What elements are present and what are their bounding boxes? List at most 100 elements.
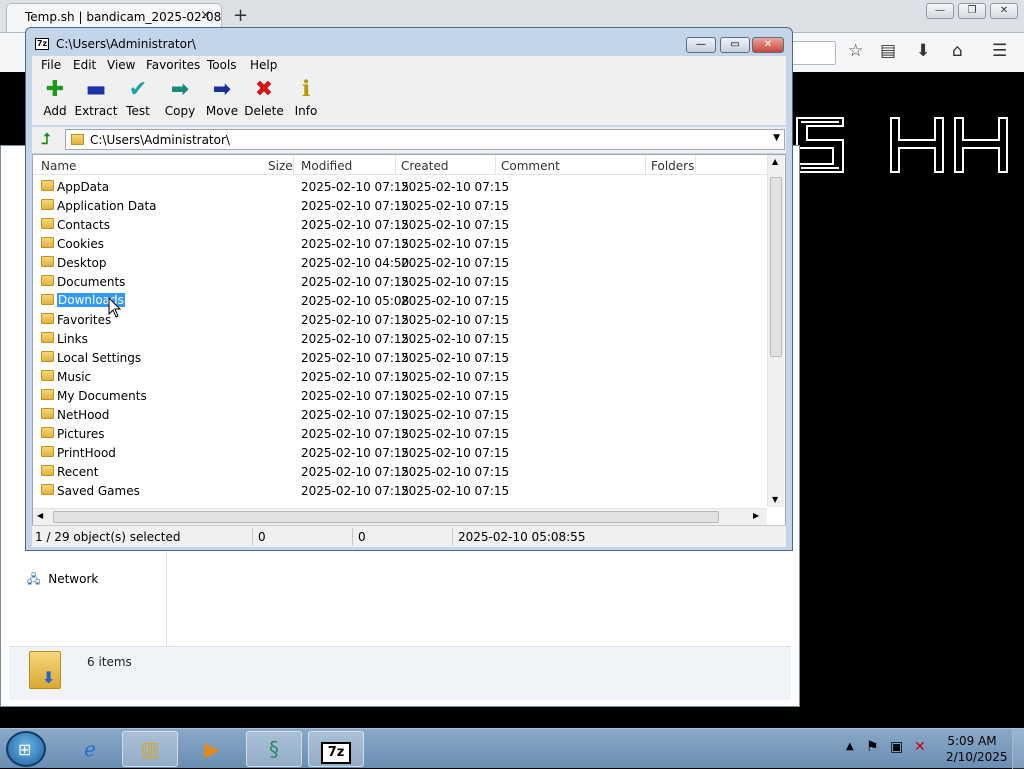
info-button[interactable]: ℹ Info	[283, 76, 329, 118]
scroll-right-icon[interactable]: ▶	[753, 511, 759, 520]
7zip-taskbar-label: 7z	[321, 742, 351, 764]
add-button[interactable]: ✚ Add	[32, 76, 78, 118]
column-divider[interactable]	[293, 155, 294, 175]
row-name: Contacts	[57, 218, 110, 232]
column-header-size[interactable]: Size	[268, 159, 293, 173]
close-button[interactable]: ✕	[752, 37, 784, 53]
tray-volume-muted-icon[interactable]: ✕	[914, 739, 926, 755]
bookmark-star-icon[interactable]: ☆	[848, 41, 863, 61]
column-divider[interactable]	[645, 155, 646, 175]
table-row[interactable]: NetHood 2025-02-10 07:15 2025-02-10 07:15	[33, 405, 767, 424]
browser-minimize-button[interactable]: —	[926, 3, 954, 19]
folder-icon	[41, 389, 54, 400]
table-row[interactable]: Saved Games 2025-02-10 07:15 2025-02-10 07…	[33, 481, 767, 500]
menu-edit[interactable]: Edit	[73, 58, 96, 72]
delete-button[interactable]: ✖ Delete	[241, 76, 287, 118]
taskbar-7zip-icon[interactable]: 7z	[308, 731, 364, 767]
copy-label: Copy	[164, 104, 196, 118]
menu-favorites[interactable]: Favorites	[146, 58, 200, 72]
table-row[interactable]: Favorites 2025-02-10 07:15 2025-02-10 07:1…	[33, 310, 767, 329]
table-row[interactable]: Documents 2025-02-10 07:15 2025-02-10 07:1…	[33, 272, 767, 291]
test-button[interactable]: ✔ Test	[115, 76, 161, 118]
taskbar-bandicam-icon[interactable]: §	[246, 731, 302, 767]
table-row[interactable]: Contacts 2025-02-10 07:15 2025-02-10 07:15	[33, 215, 767, 234]
table-row[interactable]: Local Settings 2025-02-10 07:15 2025-02-10…	[33, 348, 767, 367]
browser-maximize-button[interactable]: ❐	[958, 3, 986, 19]
tray-clock[interactable]: 5:09 AM 2/10/2025	[946, 733, 1008, 765]
row-created: 2025-02-10 07:15	[401, 180, 510, 194]
horizontal-scroll-thumb[interactable]	[53, 511, 719, 523]
menu-hamburger-icon[interactable]: ☰	[992, 41, 1007, 61]
toolbar: ✚ Add ▬ Extract ✔ Test ➡ Copy ➡ Move ✖ D…	[32, 76, 786, 126]
move-button[interactable]: ➡ Move	[199, 76, 245, 118]
row-created: 2025-02-10 07:15	[401, 427, 510, 441]
row-created: 2025-02-10 07:15	[401, 484, 510, 498]
table-row[interactable]: Music 2025-02-10 07:15 2025-02-10 07:15	[33, 367, 767, 386]
table-row[interactable]: AppData 2025-02-10 07:15 2025-02-10 07:15	[33, 177, 767, 196]
column-header-name[interactable]: Name	[41, 159, 76, 173]
horizontal-scrollbar[interactable]: ◀ ▶	[33, 508, 767, 525]
taskbar-ie-icon[interactable]: ℯ	[62, 731, 118, 767]
row-name: Cookies	[57, 237, 104, 251]
table-row[interactable]: Application Data 2025-02-10 07:15 2025-02-…	[33, 196, 767, 215]
column-header-created[interactable]: Created	[401, 159, 449, 173]
reading-list-icon[interactable]: ▤	[880, 41, 896, 61]
table-row[interactable]: My Documents 2025-02-10 07:15 2025-02-10 0…	[33, 386, 767, 405]
menu-help[interactable]: Help	[250, 58, 277, 72]
tray-network-icon[interactable]: ▣	[890, 739, 903, 755]
browser-close-button[interactable]: ✕	[990, 3, 1018, 19]
row-modified: 2025-02-10 07:15	[301, 237, 410, 251]
row-modified: 2025-02-10 07:15	[301, 275, 410, 289]
taskbar-explorer-icon[interactable]: ▥	[122, 731, 178, 767]
column-header-folders[interactable]: Folders	[651, 159, 694, 173]
copy-button[interactable]: ➡ Copy	[157, 76, 203, 118]
maximize-button[interactable]: ▭	[720, 37, 750, 53]
table-row[interactable]: PrintHood 2025-02-10 07:15 2025-02-10 07:1…	[33, 443, 767, 462]
up-folder-icon[interactable]: ⮥	[36, 130, 56, 150]
column-header-comment[interactable]: Comment	[501, 159, 560, 173]
scroll-left-icon[interactable]: ◀	[37, 511, 43, 520]
tray-flag-icon[interactable]: ⚑	[866, 739, 879, 755]
row-created: 2025-02-10 07:15	[401, 275, 510, 289]
table-row[interactable]: Desktop 2025-02-10 04:50 2025-02-10 07:15	[33, 253, 767, 272]
start-button[interactable]: ⊞	[6, 731, 46, 767]
row-name: Desktop	[57, 256, 107, 270]
menu-file[interactable]: File	[41, 58, 61, 72]
scroll-up-icon[interactable]: ▲	[772, 157, 778, 166]
download-arrow-icon[interactable]: ⬇	[916, 41, 930, 61]
row-modified: 2025-02-10 07:15	[301, 180, 410, 194]
temp-sh-logo	[796, 117, 1008, 173]
folder-icon	[41, 370, 54, 381]
url-bar[interactable]	[790, 41, 836, 65]
vertical-scrollbar[interactable]: ▲ ▼	[767, 155, 784, 507]
menu-view[interactable]: View	[107, 58, 135, 72]
menu-bar: File Edit View Favorites Tools Help	[32, 56, 786, 76]
new-tab-button[interactable]: +	[233, 5, 248, 26]
column-divider[interactable]	[695, 155, 696, 175]
table-row[interactable]: Links 2025-02-10 07:15 2025-02-10 07:15	[33, 329, 767, 348]
menu-tools[interactable]: Tools	[207, 58, 237, 72]
column-header-modified[interactable]: Modified	[301, 159, 352, 173]
taskbar-media-player-icon[interactable]: ▶	[184, 731, 240, 767]
table-row[interactable]: Pictures 2025-02-10 07:15 2025-02-10 07:15	[33, 424, 767, 443]
file-rows: AppData 2025-02-10 07:15 2025-02-10 07:15 A…	[33, 177, 767, 507]
extract-button[interactable]: ▬ Extract	[73, 76, 119, 118]
network-nav-item[interactable]: 🖧 Network	[27, 570, 98, 591]
minimize-button[interactable]: —	[686, 37, 716, 53]
tab-close-icon[interactable]: ×	[200, 8, 211, 23]
table-row[interactable]: Recent 2025-02-10 07:15 2025-02-10 07:15	[33, 462, 767, 481]
table-row[interactable]: Downloads 2025-02-10 05:08 2025-02-10 07:1…	[33, 291, 767, 310]
home-icon[interactable]: ⌂	[952, 41, 963, 61]
folder-icon	[41, 199, 54, 210]
column-divider[interactable]	[495, 155, 496, 175]
column-divider[interactable]	[395, 155, 396, 175]
table-row[interactable]: Cookies 2025-02-10 07:15 2025-02-10 07:15	[33, 234, 767, 253]
vertical-scroll-thumb[interactable]	[770, 177, 782, 357]
chevron-down-icon[interactable]: ▼	[773, 133, 780, 143]
scroll-down-icon[interactable]: ▼	[772, 495, 778, 504]
tray-expand-icon[interactable]: ▲	[846, 741, 854, 752]
folder-icon	[41, 237, 54, 248]
clock-date: 2/10/2025	[946, 750, 1008, 764]
address-combo[interactable]: C:\Users\Administrator\ ▼	[65, 129, 785, 150]
show-desktop-button[interactable]	[1012, 729, 1024, 769]
